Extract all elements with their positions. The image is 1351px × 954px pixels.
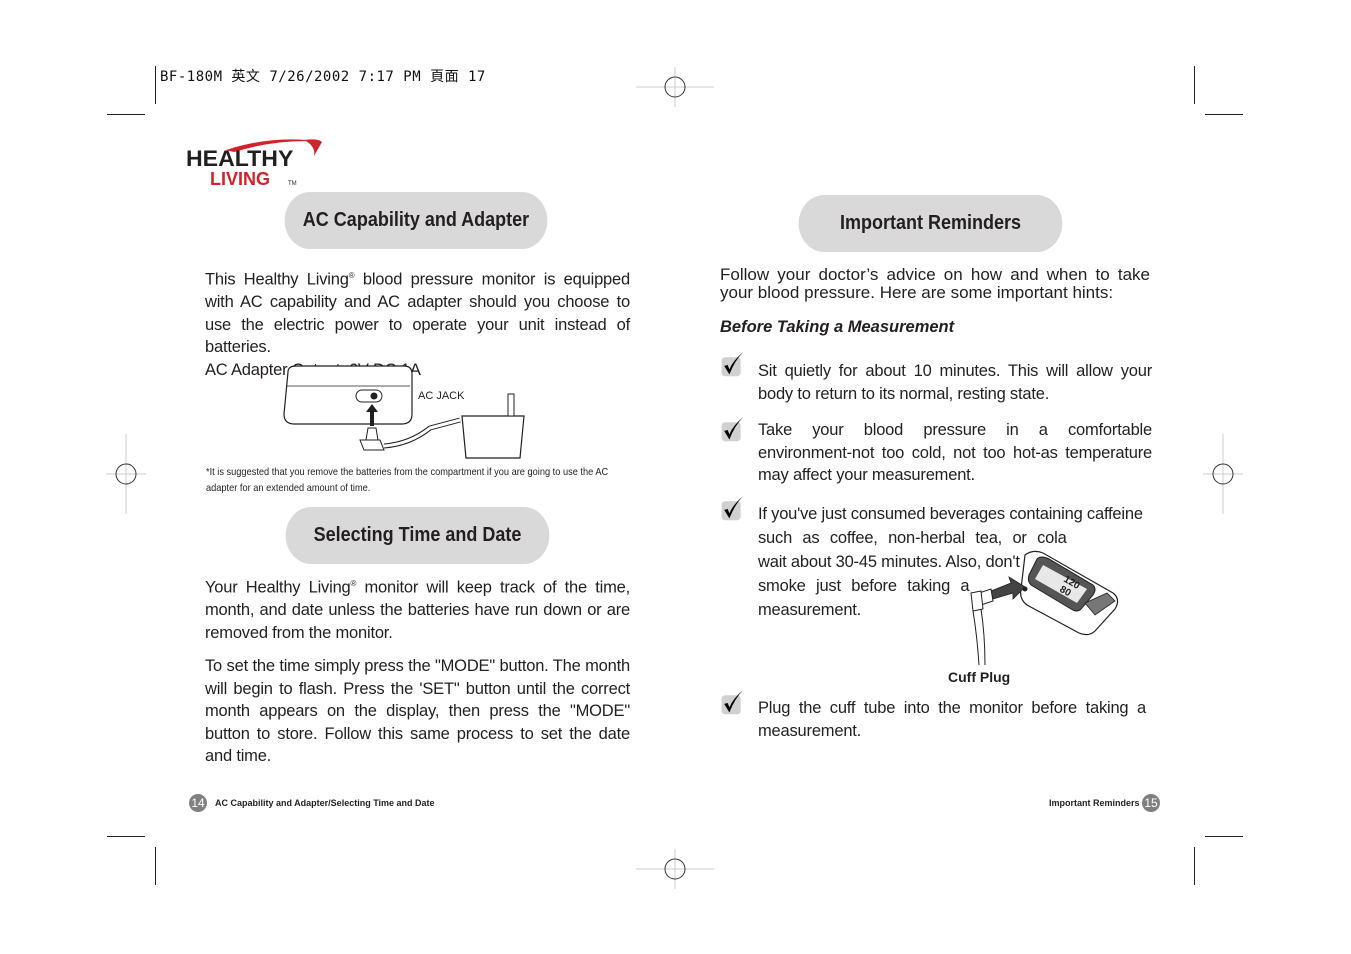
section-heading-ac-capability: AC Capability and Adapter	[284, 192, 548, 249]
page-number-right: 15	[1142, 794, 1160, 812]
crop-mark	[1205, 836, 1243, 837]
reminders-intro: Follow your doctor’s advice on how and w…	[720, 265, 1150, 302]
section-heading-time-date: Selecting Time and Date	[285, 507, 550, 564]
time-date-paragraph-2: To set the time simply press the "MODE" …	[205, 657, 630, 765]
crop-mark	[1194, 66, 1195, 104]
reminder-item-4: Plug the cuff tube into the monitor befo…	[758, 699, 1146, 740]
checkmark-icon	[721, 352, 744, 377]
ac-jack-label: AC JACK	[418, 390, 465, 402]
crop-mark	[107, 114, 145, 115]
registration-mark-top	[636, 67, 714, 107]
reminder-item-2: Take your blood pressure in a comfortabl…	[758, 421, 1152, 484]
checkmark-icon	[721, 496, 744, 521]
crop-mark	[1194, 847, 1195, 885]
intro-text: This Healthy Living	[205, 270, 349, 289]
healthy-living-logo: HEALTHY LIVING TM	[186, 136, 326, 192]
crop-mark	[107, 836, 145, 837]
ac-adapter-illustration: AC JACK	[283, 365, 525, 459]
cuff-plug-label: Cuff Plug	[948, 669, 1011, 685]
reminder-item-1: Sit quietly for about 10 minutes. This w…	[758, 362, 1152, 403]
section-heading-important-reminders: Important Reminders	[798, 195, 1063, 252]
crop-mark	[155, 847, 156, 885]
registration-mark-left	[106, 434, 146, 514]
logo-line2: LIVING	[210, 169, 271, 189]
footer-right-label: Important Reminders	[1049, 798, 1140, 808]
registration-mark-right	[1203, 434, 1243, 514]
logo-trademark: TM	[288, 181, 297, 187]
checkmark-icon	[721, 417, 744, 442]
time-date-paragraph-1: Your Healthy Living® monitor will keep t…	[205, 573, 630, 644]
checkmark-icon	[721, 690, 744, 715]
crop-mark	[155, 66, 156, 104]
footer-left-label: AC Capability and Adapter/Selecting Time…	[215, 798, 435, 808]
reminder-3-line: If you've just consumed beverages contai…	[758, 505, 1143, 523]
cuff-plug-illustration: 120 80	[970, 550, 1119, 666]
registration-mark-bottom	[636, 849, 714, 889]
battery-footnote: *It is suggested that you remove the bat…	[206, 466, 609, 494]
print-header: BF-180M 英文 7/26/2002 7:17 PM 頁面 17	[160, 69, 486, 85]
page-number-left: 14	[189, 794, 207, 812]
time-text: Your Healthy Living	[205, 578, 351, 597]
crop-mark	[1205, 114, 1243, 115]
before-measurement-subheading: Before Taking a Measurement	[720, 318, 955, 336]
